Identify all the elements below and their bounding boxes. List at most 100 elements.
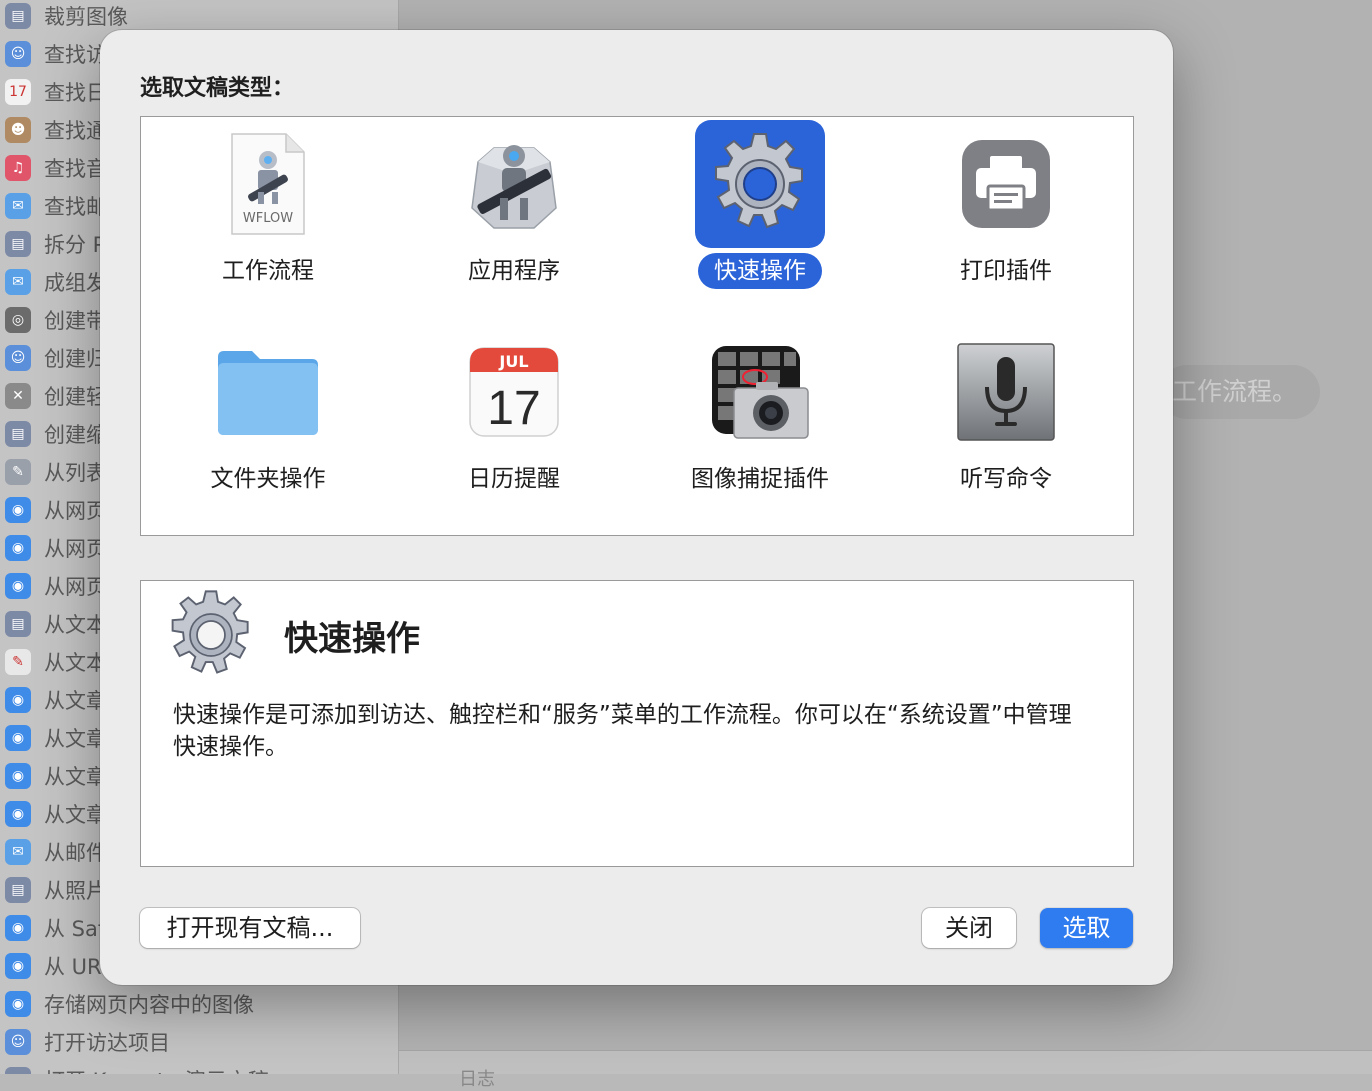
action-icon: ▤ [5, 877, 31, 903]
log-label: 日志 [459, 1069, 495, 1090]
background-sidebar-item-label: 从邮件 [44, 841, 107, 865]
printer-icon [941, 120, 1071, 248]
microphone-icon [941, 328, 1071, 456]
action-icon: ◉ [5, 915, 31, 941]
background-sidebar-item-label: 从列表 [44, 461, 107, 485]
action-icon: ◉ [5, 573, 31, 599]
type-application[interactable]: 应用程序 [404, 120, 624, 320]
background-sidebar-item-label: 创建轻 [44, 385, 107, 409]
background-sidebar-item-label: 从 Saf [44, 917, 106, 941]
background-sidebar-item-label: 查找音 [44, 157, 107, 181]
action-icon: ◉ [5, 687, 31, 713]
background-sidebar-item-label: 从文本 [44, 613, 107, 637]
action-icon: ▤ [5, 611, 31, 637]
dialog-title: 选取文稿类型： [140, 75, 295, 100]
wflow-badge: WFLOW [243, 211, 293, 226]
type-print-plugin[interactable]: 打印插件 [896, 120, 1116, 320]
choose-document-type-dialog: 选取文稿类型： WFLOW 工作流程 应用程序 快速操作 打印插件 文件夹操作 … [100, 30, 1173, 985]
background-sidebar-item-label: 拆分 P [44, 233, 106, 257]
action-icon: ◉ [5, 801, 31, 827]
type-label: 打印插件 [960, 258, 1052, 284]
action-icon: ◎ [5, 307, 31, 333]
background-log-bar: 日志 [399, 1050, 1372, 1090]
background-sidebar-item-label: 成组发 [44, 271, 107, 295]
action-icon: ✎ [5, 649, 31, 675]
choose-button[interactable]: 选取 [1040, 908, 1133, 948]
gear-icon [163, 587, 259, 687]
action-icon: ✕ [5, 383, 31, 409]
background-sidebar-item-label: 从文章 [44, 689, 107, 713]
action-icon: ✉ [5, 839, 31, 865]
action-icon: ▤ [5, 231, 31, 257]
background-sidebar-item-label: 从照片 [44, 879, 107, 903]
type-label: 听写命令 [960, 466, 1052, 492]
folder-icon [203, 328, 333, 456]
automator-robot-icon [449, 120, 579, 248]
type-label: 快速操作 [698, 253, 822, 289]
type-image-capture-plugin[interactable]: 图像捕捉插件 [650, 328, 870, 528]
action-icon: ◉ [5, 991, 31, 1017]
action-icon: ▤ [5, 421, 31, 447]
background-sidebar-item-label: 打开访达项目 [44, 1031, 170, 1055]
action-icon: ◉ [5, 725, 31, 751]
type-dictation-command[interactable]: 听写命令 [896, 328, 1116, 528]
action-icon: ◉ [5, 953, 31, 979]
action-icon: ◉ [5, 763, 31, 789]
background-sidebar-item-label: 从文章 [44, 765, 107, 789]
calendar-month: JUL [498, 352, 528, 371]
action-icon: ♫ [5, 155, 31, 181]
background-sidebar-item-label: 查找日 [44, 81, 107, 105]
background-sidebar-item-label: 存储网页内容中的图像 [44, 993, 254, 1017]
background-hint-pill: 工作流程。 [1160, 365, 1320, 419]
action-icon: 17 [5, 79, 31, 105]
background-sidebar-item-label: 创建缩 [44, 423, 107, 447]
type-label: 应用程序 [468, 258, 560, 284]
description-text: 快速操作是可添加到访达、触控栏和“服务”菜单的工作流程。你可以在“系统设置”中管… [173, 702, 1072, 760]
background-sidebar-item-label: 创建带 [44, 309, 107, 333]
background-sidebar-item-label: 从文章 [44, 727, 107, 751]
action-icon: ☺ [5, 1029, 31, 1055]
action-icon: ✉ [5, 269, 31, 295]
background-sidebar-item-label: 打开 Keynote 演示文稿 [44, 1065, 269, 1074]
action-icon: ◉ [5, 535, 31, 561]
type-folder-action[interactable]: 文件夹操作 [158, 328, 378, 528]
type-label: 文件夹操作 [210, 466, 326, 492]
type-calendar-alarm[interactable]: JUL 17 日历提醒 [404, 328, 624, 528]
description-panel: 快速操作 快速操作是可添加到访达、触控栏和“服务”菜单的工作流程。你可以在“系统… [140, 580, 1134, 867]
background-sidebar-item-label: 从 UR [44, 955, 102, 979]
background-sidebar-item-label: 查找访 [44, 43, 107, 67]
background-sidebar-item-label: 从文章 [44, 803, 107, 827]
workflow-file-icon: WFLOW [203, 120, 333, 248]
background-sidebar-item-label: 裁剪图像 [44, 5, 128, 29]
calendar-day: 17 [487, 382, 540, 435]
document-type-grid: WFLOW 工作流程 应用程序 快速操作 打印插件 文件夹操作 JUL 17 日… [140, 116, 1134, 536]
background-sidebar-item-label: 从网页 [44, 575, 107, 599]
action-icon: ▤ [5, 3, 31, 29]
type-label: 图像捕捉插件 [691, 466, 829, 492]
action-icon: ▤ [5, 1067, 31, 1074]
background-sidebar-item-label: 查找通 [44, 119, 107, 143]
type-quick-action[interactable]: 快速操作 [650, 120, 870, 320]
gear-icon [695, 120, 825, 248]
calendar-icon: JUL 17 [449, 328, 579, 456]
close-button[interactable]: 关闭 [922, 908, 1016, 948]
action-icon: ☻ [5, 117, 31, 143]
type-label: 日历提醒 [468, 466, 560, 492]
background-sidebar-item[interactable]: ◉ 存储网页内容中的图像 [0, 985, 398, 1023]
type-label: 工作流程 [222, 258, 314, 284]
action-icon: ✎ [5, 459, 31, 485]
background-sidebar-item-label: 查找邮 [44, 195, 107, 219]
background-sidebar-item-label: 从网页 [44, 537, 107, 561]
image-capture-icon [695, 328, 825, 456]
action-icon: ☺ [5, 345, 31, 371]
background-sidebar-item[interactable]: ▤ 打开 Keynote 演示文稿 [0, 1061, 398, 1074]
description-title: 快速操作 [284, 619, 420, 659]
background-sidebar-item[interactable]: ☺ 打开访达项目 [0, 1023, 398, 1061]
background-sidebar-item-label: 从文本 [44, 651, 107, 675]
type-workflow[interactable]: WFLOW 工作流程 [158, 120, 378, 320]
action-icon: ☺ [5, 41, 31, 67]
action-icon: ◉ [5, 497, 31, 523]
background-sidebar-item-label: 创建归 [44, 347, 107, 371]
open-existing-document-button[interactable]: 打开现有文稿... [140, 908, 360, 948]
action-icon: ✉ [5, 193, 31, 219]
